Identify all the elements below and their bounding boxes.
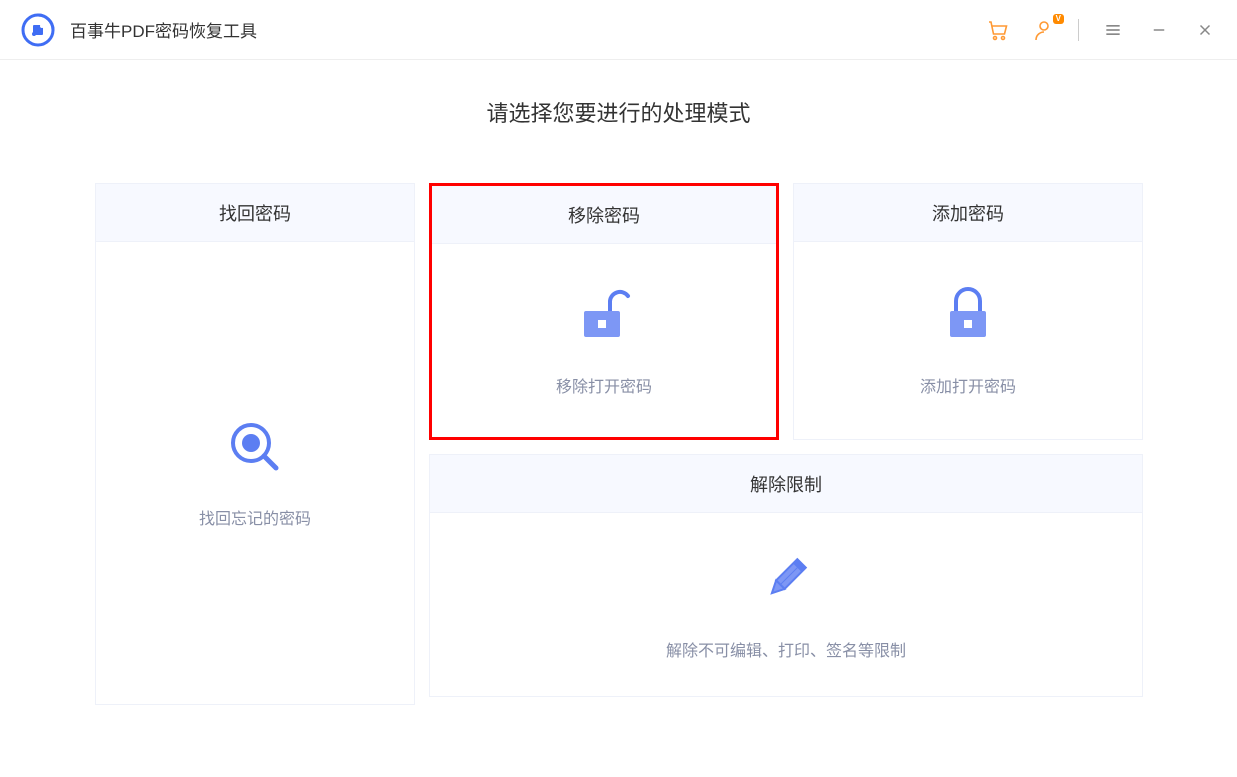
main-content: 请选择您要进行的处理模式 找回密码 找回忘记的密码 移除密码 [0,60,1237,697]
card-desc: 找回忘记的密码 [199,505,311,529]
account-button[interactable]: V [1032,18,1056,42]
magnifier-icon [225,417,285,477]
titlebar-left: 百事牛PDF密码恢复工具 [20,12,257,48]
card-body: 解除不可编辑、打印、签名等限制 [430,513,1142,696]
card-desc: 移除打开密码 [556,373,652,397]
app-logo-icon [20,12,56,48]
vip-badge-icon: V [1053,14,1064,24]
menu-button[interactable] [1101,18,1125,42]
card-title: 添加密码 [794,184,1142,242]
app-title: 百事牛PDF密码恢复工具 [70,17,257,42]
card-body: 移除打开密码 [432,244,776,437]
lock-icon [938,285,998,345]
card-title: 移除密码 [432,186,776,244]
divider [1078,19,1079,41]
page-subtitle: 请选择您要进行的处理模式 [95,96,1142,128]
titlebar-right: V [986,18,1217,42]
mode-grid: 找回密码 找回忘记的密码 移除密码 [95,183,1142,697]
titlebar: 百事牛PDF密码恢复工具 V [0,0,1237,60]
card-remove-restriction[interactable]: 解除限制 解除不可编辑、打印、签名等限制 [429,454,1143,697]
minimize-button[interactable] [1147,18,1171,42]
unlock-icon [574,285,634,345]
card-title: 解除限制 [430,455,1142,513]
card-title: 找回密码 [96,184,414,242]
card-body: 找回忘记的密码 [96,242,414,704]
cart-button[interactable] [986,18,1010,42]
close-button[interactable] [1193,18,1217,42]
card-add-password[interactable]: 添加密码 添加打开密码 [793,183,1143,440]
card-recover-password[interactable]: 找回密码 找回忘记的密码 [95,183,415,705]
card-desc: 解除不可编辑、打印、签名等限制 [666,637,906,661]
pencil-icon [756,549,816,609]
card-desc: 添加打开密码 [920,373,1016,397]
card-remove-password[interactable]: 移除密码 移除打开密码 [429,183,779,440]
card-body: 添加打开密码 [794,242,1142,439]
